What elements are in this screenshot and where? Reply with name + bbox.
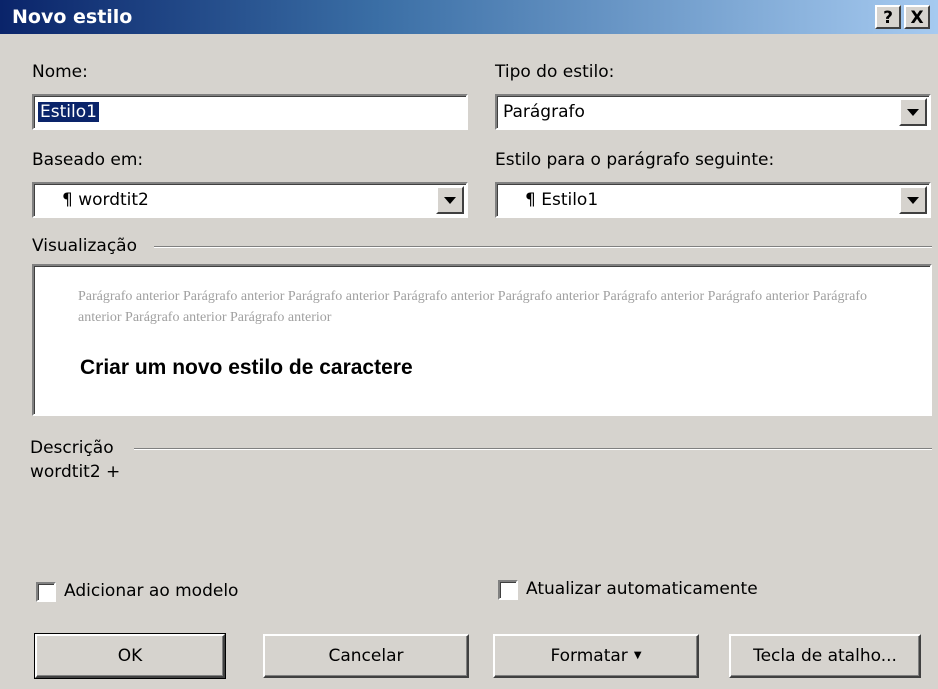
tipo-dropdown-icon[interactable] bbox=[899, 98, 927, 126]
auto-update-checkbox[interactable] bbox=[498, 580, 518, 600]
dropdown-arrow-icon: ▼ bbox=[633, 650, 642, 661]
window-title: Novo estilo bbox=[12, 6, 133, 28]
descricao-value: wordtit2 + bbox=[30, 462, 121, 482]
descricao-divider bbox=[134, 448, 932, 450]
title-bar: Novo estilo ? X bbox=[0, 0, 938, 34]
preview-pane: Parágrafo anterior Parágrafo anterior Pa… bbox=[32, 264, 932, 416]
format-button[interactable]: Formatar ▼ bbox=[493, 634, 699, 678]
descricao-label: Descrição bbox=[30, 438, 114, 458]
shortcut-key-button[interactable]: Tecla de atalho... bbox=[729, 634, 921, 678]
nome-value: Estilo1 bbox=[38, 102, 99, 122]
nome-label: Nome: bbox=[32, 62, 88, 82]
preview-sample-text: Criar um novo estilo de caractere bbox=[80, 356, 413, 379]
close-icon: X bbox=[910, 8, 924, 28]
seguinte-dropdown-icon[interactable] bbox=[899, 186, 927, 214]
help-icon: ? bbox=[883, 8, 893, 28]
tipo-label: Tipo do estilo: bbox=[495, 62, 615, 82]
cancel-button[interactable]: Cancelar bbox=[263, 634, 469, 678]
auto-update-label[interactable]: Atualizar automaticamente bbox=[526, 579, 758, 599]
nome-input[interactable]: Estilo1 bbox=[32, 94, 468, 130]
tipo-value: Parágrafo bbox=[503, 102, 585, 122]
seguinte-select[interactable]: ¶ Estilo1 bbox=[495, 182, 931, 218]
baseado-select[interactable]: ¶ wordtit2 bbox=[32, 182, 468, 218]
baseado-value: ¶ wordtit2 bbox=[62, 190, 149, 210]
add-to-template-checkbox[interactable] bbox=[36, 582, 56, 602]
preview-previous-paragraph: Parágrafo anterior Parágrafo anterior Pa… bbox=[78, 289, 868, 325]
tipo-select[interactable]: Parágrafo bbox=[495, 94, 931, 130]
baseado-dropdown-icon[interactable] bbox=[436, 186, 464, 214]
seguinte-value: ¶ Estilo1 bbox=[525, 190, 599, 210]
add-to-template-label[interactable]: Adicionar ao modelo bbox=[64, 581, 238, 601]
visualizacao-label: Visualização bbox=[32, 236, 137, 256]
baseado-label: Baseado em: bbox=[32, 150, 144, 170]
visualizacao-divider bbox=[154, 246, 932, 248]
format-label: Formatar bbox=[550, 646, 628, 666]
close-button[interactable]: X bbox=[904, 5, 930, 29]
ok-button[interactable]: OK bbox=[34, 633, 226, 679]
seguinte-label: Estilo para o parágrafo seguinte: bbox=[495, 150, 775, 170]
help-button[interactable]: ? bbox=[875, 5, 901, 29]
